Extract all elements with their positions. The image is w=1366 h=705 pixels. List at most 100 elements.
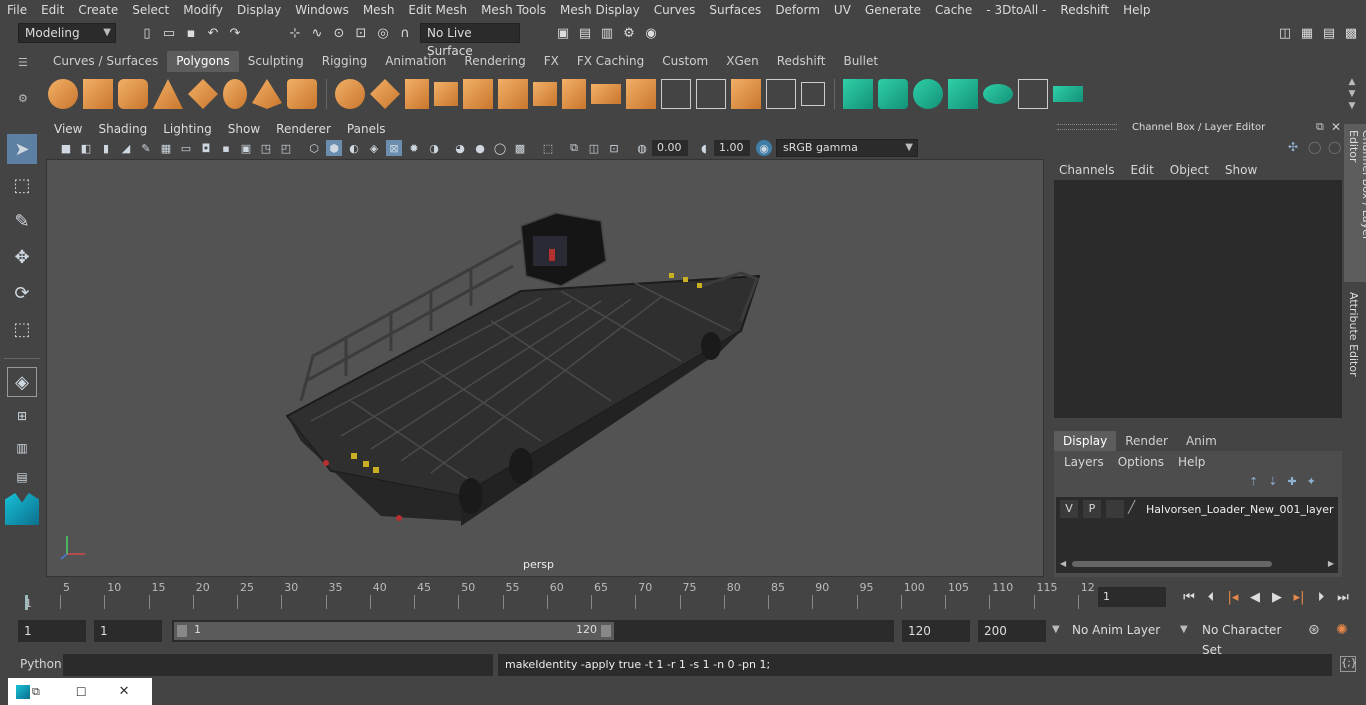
layout-four-icon[interactable]: ⊞ xyxy=(7,403,37,429)
poly-pipe-icon[interactable] xyxy=(287,79,317,109)
grid-icon[interactable]: ▦ xyxy=(158,140,174,156)
menu-help[interactable]: Help xyxy=(1178,455,1205,469)
time-slider[interactable]: 1 5 10 15 20 25 30 35 40 45 50 55 60 65 70 75 80 85 90 95 1… xyxy=(20,581,1095,611)
exposure-icon[interactable]: ◍ xyxy=(634,140,650,156)
redo-icon[interactable]: ↷ xyxy=(226,24,244,42)
insert-edge-loop-icon[interactable] xyxy=(661,79,691,109)
wireframe-icon[interactable]: ⬡ xyxy=(306,140,322,156)
menu-create[interactable]: Create xyxy=(71,0,125,20)
menu-windows[interactable]: Windows xyxy=(288,0,356,20)
workspace-icon[interactable]: ◫ xyxy=(1276,24,1294,42)
menu-deform[interactable]: Deform xyxy=(768,0,827,20)
tab-curves-surfaces[interactable]: Curves / Surfaces xyxy=(44,51,167,72)
layer-row[interactable]: V P ╱ Halvorsen_Loader_New_001_layer xyxy=(1056,499,1338,519)
viewport-menu-lighting[interactable]: Lighting xyxy=(155,120,220,138)
menu-edit[interactable]: Edit xyxy=(34,0,71,20)
new-scene-icon[interactable]: ▯ xyxy=(138,24,156,42)
tab-polygons[interactable]: Polygons xyxy=(167,50,239,72)
color-management-icon[interactable]: ◉ xyxy=(756,140,772,156)
wireframe-on-shaded-icon[interactable]: ◐ xyxy=(346,140,362,156)
render-frame-icon[interactable]: ▤ xyxy=(576,24,594,42)
menu-cache[interactable]: Cache xyxy=(928,0,979,20)
fill-hole-icon[interactable] xyxy=(731,79,761,109)
uv-spherical-icon[interactable] xyxy=(913,79,943,109)
snap-point-icon[interactable]: ⊙ xyxy=(330,24,348,42)
uv-cylindrical-icon[interactable] xyxy=(878,79,908,109)
poly-cone-icon[interactable] xyxy=(153,79,183,109)
script-editor-icon[interactable]: {;} xyxy=(1340,656,1357,672)
viewport-3d[interactable] xyxy=(46,159,1044,577)
lights-icon[interactable]: ✹ xyxy=(406,140,422,156)
viewport-menu-view[interactable]: View xyxy=(46,120,90,138)
ipr-render-icon[interactable]: ▥ xyxy=(598,24,616,42)
scroll-thumb[interactable] xyxy=(1072,561,1272,567)
snap-grid-icon[interactable]: ⊹ xyxy=(286,24,304,42)
tab-channel-box-layer-editor[interactable]: Channel Box / Layer Editor xyxy=(1344,124,1366,282)
grease-pencil-icon[interactable]: ✎ xyxy=(138,140,154,156)
new-layer-icon[interactable]: ✚ xyxy=(1287,475,1296,488)
bevel-icon[interactable] xyxy=(533,82,557,106)
append-icon[interactable] xyxy=(562,79,586,109)
uv-planar-icon[interactable] xyxy=(843,79,873,109)
field-chart-icon[interactable]: ▣ xyxy=(238,140,254,156)
new-layer-selected-icon[interactable]: ✦ xyxy=(1307,475,1316,488)
menu-display[interactable]: Display xyxy=(230,0,288,20)
uv-unfold-icon[interactable] xyxy=(983,84,1013,104)
scroll-left-icon[interactable]: ◀ xyxy=(1060,559,1066,568)
backface-icon[interactable]: ⊡ xyxy=(606,140,622,156)
poly-plane-icon[interactable] xyxy=(188,79,218,109)
menu-modify[interactable]: Modify xyxy=(176,0,230,20)
uv-editor-icon[interactable] xyxy=(1053,86,1083,102)
menu-edit[interactable]: Edit xyxy=(1131,163,1154,177)
tab-sculpting[interactable]: Sculpting xyxy=(239,51,313,72)
layout-single-icon[interactable]: ◈ xyxy=(7,367,37,397)
close-icon[interactable]: ✕ xyxy=(1331,120,1341,134)
tab-display[interactable]: Display xyxy=(1054,431,1117,451)
panel-toggle-icon[interactable]: ▤ xyxy=(1320,24,1338,42)
menu-show[interactable]: Show xyxy=(1225,163,1257,177)
lock-channel-icon[interactable]: ◯ xyxy=(1308,140,1321,154)
combine-icon[interactable] xyxy=(335,79,365,109)
menu-object[interactable]: Object xyxy=(1170,163,1209,177)
layer-type-toggle[interactable] xyxy=(1106,500,1124,518)
command-input[interactable] xyxy=(63,654,493,676)
offset-edge-icon[interactable] xyxy=(696,79,726,109)
playback-start-field[interactable]: 1 xyxy=(94,620,162,642)
tab-xgen[interactable]: XGen xyxy=(717,51,768,72)
restore-icon[interactable]: ⧉ xyxy=(32,685,40,699)
render-view-icon[interactable]: ▣ xyxy=(554,24,572,42)
motion-blur-icon[interactable]: ● xyxy=(472,140,488,156)
mirror-icon[interactable] xyxy=(405,79,429,109)
anim-layer-dropdown[interactable]: No Anim Layer xyxy=(1066,620,1174,642)
ambient-occlusion-icon[interactable]: ◕ xyxy=(452,140,468,156)
menu-curves[interactable]: Curves xyxy=(647,0,703,20)
menu-edit-mesh[interactable]: Edit Mesh xyxy=(401,0,474,20)
tab-attribute-editor[interactable]: Attribute Editor xyxy=(1344,286,1363,386)
magnet-icon[interactable]: ∩ xyxy=(396,24,414,42)
color-space-dropdown[interactable]: sRGB gamma ▼ xyxy=(776,139,918,157)
chevron-down-icon[interactable]: ▼ xyxy=(1052,624,1060,635)
channel-status-icon[interactable]: ◯ xyxy=(1328,140,1341,154)
viewport-menu-shading[interactable]: Shading xyxy=(90,120,155,138)
paint-select-tool-icon[interactable]: ✎ xyxy=(7,206,37,236)
menu-generate[interactable]: Generate xyxy=(858,0,928,20)
exposure-field[interactable]: 0.00 xyxy=(652,140,688,156)
tab-rendering[interactable]: Rendering xyxy=(455,51,534,72)
poly-pyramid-icon[interactable] xyxy=(252,79,282,109)
tab-redshift[interactable]: Redshift xyxy=(768,51,835,72)
menu-redshift[interactable]: Redshift xyxy=(1053,0,1116,20)
tab-rigging[interactable]: Rigging xyxy=(313,51,376,72)
safe-action-icon[interactable]: ◳ xyxy=(258,140,274,156)
camera-select-icon[interactable]: ■ xyxy=(58,140,74,156)
menu-uv[interactable]: UV xyxy=(827,0,858,20)
move-tool-icon[interactable]: ✥ xyxy=(7,242,37,272)
resolution-gate-icon[interactable]: ◘ xyxy=(198,140,214,156)
lasso-tool-icon[interactable]: ⬚ xyxy=(7,170,37,200)
save-scene-icon[interactable]: ▪ xyxy=(182,24,200,42)
menu-select[interactable]: Select xyxy=(125,0,176,20)
channel-list[interactable] xyxy=(1054,180,1342,418)
open-scene-icon[interactable]: ▭ xyxy=(160,24,178,42)
character-set-dropdown[interactable]: No Character Set xyxy=(1196,620,1300,657)
layer-scrollbar[interactable]: ◀ ▶ xyxy=(1060,559,1334,569)
play-forward-icon[interactable]: ▶ xyxy=(1268,588,1286,606)
